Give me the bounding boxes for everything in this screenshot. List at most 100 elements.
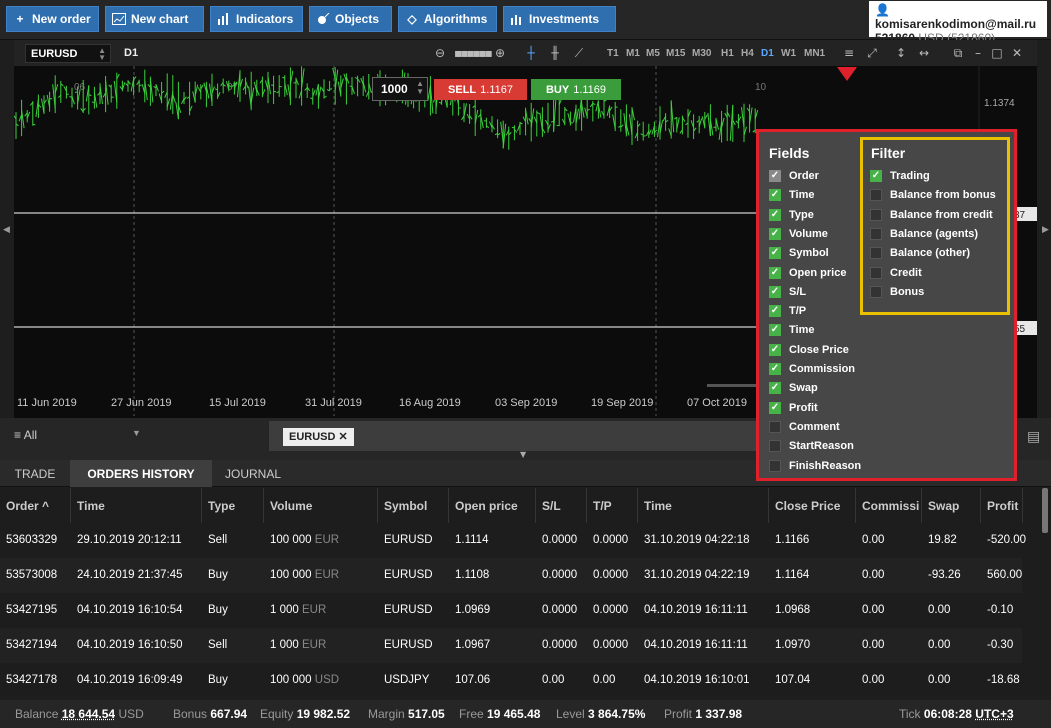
new-order-button[interactable]: + New order: [6, 6, 99, 32]
field-checkbox[interactable]: Comment: [769, 420, 840, 434]
table-cell: 04.10.2019 16:10:50: [77, 639, 183, 651]
tab-orders-history[interactable]: ORDERS HISTORY: [70, 460, 212, 487]
table-row[interactable]: 53427195 04.10.2019 16:10:54 Buy 1 000 EUR E…: [0, 593, 1022, 628]
timeframe-mn1-button[interactable]: MN1: [804, 48, 825, 59]
maximize-icon[interactable]: □: [989, 45, 1005, 61]
zoom-slider-icon[interactable]: ▪▪▪▪▪▪: [454, 45, 493, 61]
indicators-button[interactable]: Indicators: [210, 6, 303, 32]
buy-button[interactable]: BUY 1.1169: [531, 79, 621, 100]
settings-icon[interactable]: ≡: [841, 45, 857, 61]
field-checkbox[interactable]: ✓ Time: [769, 323, 814, 337]
tab-trade[interactable]: TRADE: [0, 460, 70, 487]
field-checkbox[interactable]: ✓ Close Price: [769, 343, 849, 357]
stepper-icon[interactable]: ▲ ▼: [416, 80, 424, 96]
field-checkbox[interactable]: ✓ Commission: [769, 362, 855, 376]
bar-chart-icon[interactable]: ┼: [523, 45, 539, 61]
algorithms-button[interactable]: ◇ Algorithms: [398, 6, 497, 32]
close-icon[interactable]: ✕: [1009, 45, 1025, 61]
filter-checkbox[interactable]: Bonus: [870, 285, 924, 299]
column-header[interactable]: Open price: [449, 488, 536, 523]
field-checkbox[interactable]: ✓ T/P: [769, 304, 806, 318]
balance-value[interactable]: 18 644.54: [62, 707, 115, 721]
timeframe-m30-button[interactable]: M30: [692, 48, 711, 59]
field-checkbox[interactable]: StartReason: [769, 439, 854, 453]
field-checkbox[interactable]: ✓ Type: [769, 208, 814, 222]
field-checkbox[interactable]: ✓ Swap: [769, 381, 818, 395]
investments-button[interactable]: Investments: [503, 6, 616, 32]
column-header[interactable]: Time: [71, 488, 202, 523]
table-cell: EURUSD: [384, 639, 433, 651]
table-cell: USDJPY: [384, 674, 430, 686]
line-chart-icon[interactable]: ⟋: [571, 45, 587, 61]
collapse-icon[interactable]: ▼: [520, 450, 526, 459]
timeframe-m5-button[interactable]: M5: [646, 48, 660, 59]
field-checkbox[interactable]: ✓ Volume: [769, 227, 828, 241]
timeframe-m1-button[interactable]: M1: [626, 48, 640, 59]
field-checkbox[interactable]: ✓ Open price: [769, 266, 846, 280]
tab-journal[interactable]: JOURNAL: [212, 460, 294, 487]
column-header[interactable]: Commissi: [856, 488, 922, 523]
table-row[interactable]: 53603329 29.10.2019 20:12:11 Sell 100 000 E…: [0, 523, 1026, 558]
table-row[interactable]: 53427178 04.10.2019 16:09:49 Buy 100 000 US…: [0, 663, 1022, 698]
field-checkbox[interactable]: ✓ Time: [769, 188, 814, 202]
field-checkbox[interactable]: ✓ Profit: [769, 401, 818, 415]
checkbox-icon: ✓: [769, 285, 781, 298]
column-header[interactable]: Profit: [981, 488, 1023, 523]
column-header[interactable]: S/L: [536, 488, 587, 523]
column-header[interactable]: Swap: [922, 488, 981, 523]
quantity-input[interactable]: 1000 ▲ ▼: [372, 77, 428, 101]
objects-button[interactable]: Objects: [309, 6, 392, 32]
field-checkbox[interactable]: FinishReason: [769, 459, 861, 473]
crosshair-icon[interactable]: ⤢: [864, 45, 880, 61]
column-header[interactable]: Symbol: [378, 488, 449, 523]
account-info[interactable]: 👤 komisarenkodimon@mail.ru 521860 USD (5…: [869, 1, 1047, 45]
filter-checkbox[interactable]: Balance from credit: [870, 208, 993, 222]
right-collapse-icon[interactable]: ▶: [1042, 225, 1049, 235]
timeframe-h1-button[interactable]: H1: [721, 48, 734, 59]
zoom-in-icon[interactable]: ⊕: [492, 45, 508, 61]
equity-value: 19 982.52: [296, 707, 351, 721]
popout-icon[interactable]: ⧉: [950, 45, 966, 61]
symbol-select[interactable]: EURUSD ▲ ▼: [25, 44, 111, 63]
minimize-icon[interactable]: –: [970, 45, 986, 61]
layout-icon[interactable]: ▤: [1027, 430, 1041, 444]
filter-checkbox[interactable]: ✓ Trading: [870, 169, 930, 183]
candles-icon[interactable]: ╫: [547, 45, 563, 61]
field-checkbox[interactable]: ✓ S/L: [769, 285, 806, 299]
zoom-out-icon[interactable]: ⊖: [432, 45, 448, 61]
filter-checkbox[interactable]: Balance from bonus: [870, 188, 996, 202]
timeframe-d1-button[interactable]: D1: [761, 48, 774, 59]
horizontal-line-icon[interactable]: ↔: [916, 45, 932, 61]
filter-checkbox[interactable]: Balance (agents): [870, 227, 978, 241]
table-row[interactable]: 53427194 04.10.2019 16:10:50 Sell 1 000 EUR…: [0, 628, 1022, 663]
field-checkbox[interactable]: ✓ Symbol: [769, 246, 829, 260]
column-header[interactable]: Time: [638, 488, 769, 523]
free-value: 19 465.48: [487, 707, 541, 721]
table-cell: 04.10.2019 16:09:49: [77, 674, 183, 686]
table-row[interactable]: 53573008 24.10.2019 21:37:45 Buy 100 000 EU…: [0, 558, 1022, 593]
timezone-select[interactable]: UTC+3: [975, 707, 1013, 721]
free-label: Free: [459, 707, 484, 721]
vertical-line-icon[interactable]: ↕: [893, 45, 909, 61]
close-icon[interactable]: ✕: [339, 431, 348, 443]
symbol-filter-select[interactable]: ≡ All ▼: [14, 428, 141, 442]
timeframe-t1-button[interactable]: T1: [607, 48, 619, 59]
table-cell: Buy: [208, 604, 228, 616]
new-chart-button[interactable]: New chart: [105, 6, 204, 32]
vertical-scrollbar[interactable]: [1042, 488, 1048, 533]
column-header[interactable]: Type: [202, 488, 264, 523]
filter-checkbox[interactable]: Credit: [870, 266, 922, 280]
column-header[interactable]: Volume: [264, 488, 378, 523]
left-collapse-icon[interactable]: ◀: [3, 225, 10, 235]
timeframe-w1-button[interactable]: W1: [781, 48, 796, 59]
timeframe-m15-button[interactable]: M15: [666, 48, 685, 59]
table-cell: 1 000 EUR: [264, 593, 332, 628]
column-header[interactable]: Close Price: [769, 488, 856, 523]
column-header[interactable]: Order ^: [0, 488, 71, 523]
timeframe-h4-button[interactable]: H4: [741, 48, 754, 59]
sell-button[interactable]: SELL 1.1167: [434, 79, 527, 100]
symbol-tag[interactable]: EURUSD ✕: [283, 428, 354, 446]
column-header[interactable]: T/P: [587, 488, 638, 523]
filter-checkbox[interactable]: Balance (other): [870, 246, 970, 260]
objects-label: Objects: [335, 12, 380, 26]
